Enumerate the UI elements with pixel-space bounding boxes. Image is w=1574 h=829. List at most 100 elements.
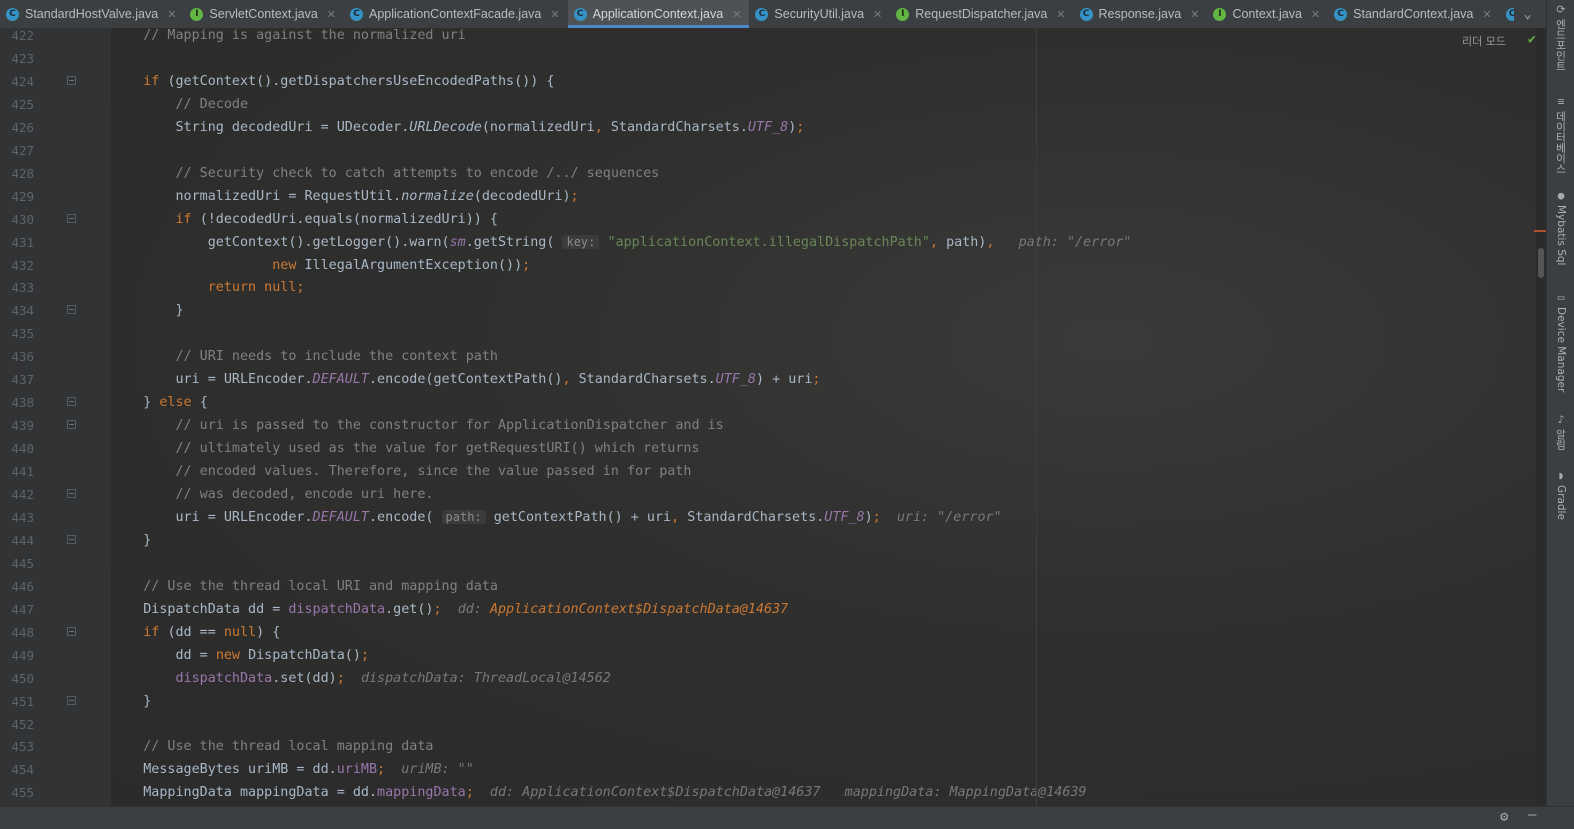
code-token: mappingData xyxy=(377,785,466,801)
code-line: 454 MessageBytes uriMB = dd.uriMB; uriMB… xyxy=(0,758,1536,781)
code-token: new xyxy=(111,257,305,273)
code-token: DEFAULT xyxy=(312,372,369,388)
code-line: 452 xyxy=(0,713,1536,736)
tab-label: ApplicationContext.java xyxy=(592,7,724,21)
code-token: ) xyxy=(864,509,873,525)
close-tab-icon[interactable]: ✕ xyxy=(873,8,882,21)
line-number: 422 xyxy=(11,28,34,43)
code-token: .encode( xyxy=(368,509,442,525)
debug-inline-value: ApplicationContext$DispatchData@14637 xyxy=(489,601,789,617)
fold-marker-icon[interactable] xyxy=(67,534,76,544)
tab-label: ServletContext.java xyxy=(209,7,318,21)
code-line: 443 uri = URLEncoder.DEFAULT.encode( pat… xyxy=(0,506,1536,529)
line-number: 444 xyxy=(11,532,34,548)
code-text: return null; xyxy=(111,276,305,299)
fold-marker-icon[interactable] xyxy=(67,489,76,498)
close-tab-icon[interactable]: ✕ xyxy=(167,8,176,21)
code-text: String decodedUri = UDecoder.URLDecode(n… xyxy=(111,116,804,139)
fold-marker-icon[interactable] xyxy=(67,695,76,705)
close-tab-icon[interactable]: ✕ xyxy=(327,8,336,21)
fold-marker-icon[interactable] xyxy=(67,75,76,85)
vertical-scrollbar[interactable] xyxy=(1536,28,1546,806)
line-number: 446 xyxy=(11,578,34,594)
code-token: dd = xyxy=(111,647,216,663)
debug-inline-value: uriMB: "" xyxy=(401,762,474,778)
close-tab-icon[interactable]: ✕ xyxy=(1190,8,1199,21)
code-token: // Decode xyxy=(111,96,249,112)
code-token: IllegalArgumentException()) xyxy=(304,257,523,273)
debug-inline-value: dd: xyxy=(457,601,490,617)
code-text: // Use the thread local mapping data xyxy=(111,735,433,758)
line-number: 423 xyxy=(11,50,34,66)
code-line: 439 // uri is passed to the constructor … xyxy=(0,414,1536,437)
tool-window-label: 엔드포인트 xyxy=(1554,19,1567,72)
code-text: new IllegalArgumentException()); xyxy=(111,254,530,277)
code-token: { xyxy=(199,395,208,411)
code-line: 453 // Use the thread local mapping data xyxy=(0,735,1536,758)
code-token: } xyxy=(111,395,160,411)
code-token: ; xyxy=(570,188,579,204)
code-text: MessageBytes uriMB = dd.uriMB; uriMB: "" xyxy=(111,758,474,781)
code-token: // Use the thread local URI and mapping … xyxy=(111,578,498,594)
code-token: StandardCharsets. xyxy=(578,372,716,388)
code-token: if xyxy=(111,73,168,89)
code-token: uriMB xyxy=(336,762,378,778)
tool-window-button[interactable]: ▭ Device Manager xyxy=(1547,292,1574,393)
tool-window-label: Mybatis Sql xyxy=(1555,205,1567,266)
tab-label: Response.java xyxy=(1098,7,1182,21)
code-token: MappingData mappingData = dd. xyxy=(111,785,378,801)
code-token: if xyxy=(111,211,200,227)
code-token: // ultimately used as the value for getR… xyxy=(111,441,700,457)
code-token: ; xyxy=(433,601,458,617)
tool-window-button[interactable]: ⟳ 엔드포인트 xyxy=(1547,4,1574,72)
tool-window-button[interactable]: ♪ 알림 xyxy=(1547,414,1574,451)
tab-list-chevron-icon[interactable]: ⌄ xyxy=(1524,7,1532,22)
code-token: normalize xyxy=(401,188,474,204)
minimize-icon[interactable]: — xyxy=(1528,807,1536,823)
code-text: // Security check to catch attempts to e… xyxy=(111,162,659,185)
class-icon: C xyxy=(1334,7,1348,21)
code-token: if xyxy=(111,624,168,640)
close-tab-icon[interactable]: ✕ xyxy=(732,8,741,21)
fold-marker-icon[interactable] xyxy=(67,305,76,315)
gear-icon[interactable]: ⚙ xyxy=(1500,809,1508,825)
code-token: UTF_8 xyxy=(824,509,865,525)
line-number: 443 xyxy=(11,509,34,525)
line-number: 438 xyxy=(11,395,34,411)
code-text: DispatchData dd = dispatchData.get(); dd… xyxy=(111,598,788,621)
scrollbar-error-marker[interactable] xyxy=(1534,230,1546,232)
code-text: } xyxy=(111,299,183,322)
close-tab-icon[interactable]: ✕ xyxy=(1056,8,1065,21)
fold-marker-icon[interactable] xyxy=(67,213,76,223)
close-tab-icon[interactable]: ✕ xyxy=(1311,8,1320,21)
code-token: sm xyxy=(449,234,466,250)
tab-label: ApplicationContextFacade.java xyxy=(369,7,542,21)
line-number: 424 xyxy=(11,73,34,89)
line-number: 432 xyxy=(11,257,34,273)
parameter-hint: path: xyxy=(441,509,486,524)
endpoints-icon: ⟳ xyxy=(1556,3,1566,16)
tool-window-button[interactable]: ● Mybatis Sql xyxy=(1547,190,1574,266)
tab-label: RequestDispatcher.java xyxy=(915,7,1048,21)
code-token: else xyxy=(159,395,200,411)
reader-mode-toggle[interactable]: 리더 모드 xyxy=(1462,33,1506,49)
gradle-icon: ◗ xyxy=(1557,469,1565,482)
code-token: // Security check to catch attempts to e… xyxy=(111,165,660,181)
line-number: 425 xyxy=(11,96,34,112)
code-text: if (!decodedUri.equals(normalizedUri)) { xyxy=(111,208,498,231)
scrollbar-thumb[interactable] xyxy=(1538,248,1544,278)
tool-window-button[interactable]: ◗ Gradle xyxy=(1547,470,1574,520)
code-line: 422 // Mapping is against the normalized… xyxy=(0,24,1536,47)
close-tab-icon[interactable]: ✕ xyxy=(550,8,559,21)
close-tab-icon[interactable]: ✕ xyxy=(1482,8,1491,21)
tool-window-button[interactable]: ≡ 데이터베이스 xyxy=(1547,96,1574,175)
code-token: .set(dd) xyxy=(272,670,337,686)
code-token: // encoded values. Therefore, since the … xyxy=(111,464,692,480)
fold-marker-icon[interactable] xyxy=(67,420,76,430)
fold-marker-icon[interactable] xyxy=(67,626,76,636)
code-token: uri = URLEncoder. xyxy=(111,509,313,525)
fold-marker-icon[interactable] xyxy=(67,397,76,407)
code-token: DispatchData dd = xyxy=(111,601,289,617)
inspection-ok-check-icon[interactable]: ✔ xyxy=(1528,32,1536,47)
code-line: 432 new IllegalArgumentException()); xyxy=(0,254,1536,277)
